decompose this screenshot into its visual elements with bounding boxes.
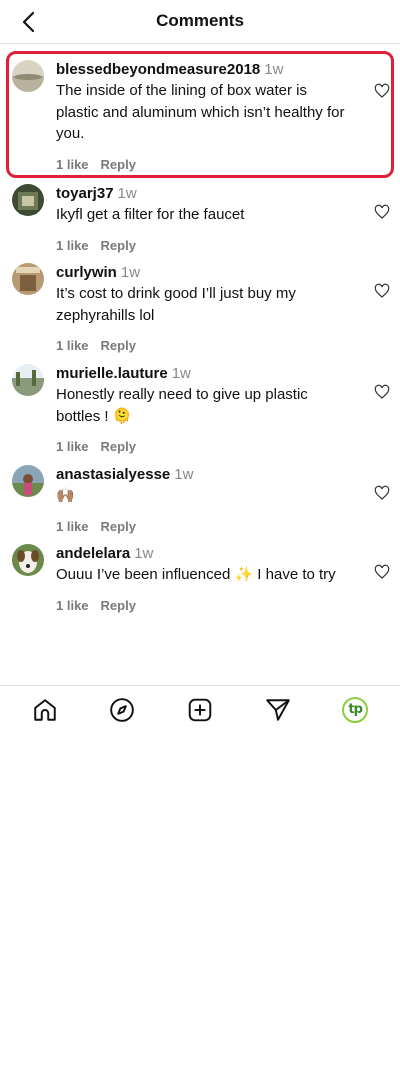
comment-text: Honestly really need to give up plastic … — [56, 386, 308, 425]
avatar[interactable] — [12, 364, 44, 396]
comment-username[interactable]: curlywin — [56, 264, 117, 281]
heart-icon[interactable] — [374, 283, 390, 299]
reply-button[interactable]: Reply — [101, 439, 136, 454]
comment-likes[interactable]: 1 like — [56, 439, 89, 454]
reply-button[interactable]: Reply — [101, 519, 136, 534]
home-icon — [34, 698, 56, 721]
comment-username[interactable]: murielle.lauture — [56, 365, 168, 382]
heart-icon[interactable] — [374, 564, 390, 580]
comment-body: curlywin 1w It’s cost to drink good I’ll … — [56, 263, 356, 354]
heart-icon[interactable] — [374, 204, 390, 220]
avatar[interactable] — [12, 184, 44, 216]
comment-body: andelelara 1w Ouuu I’ve been influenced ✨… — [56, 544, 356, 614]
comments-header: Comments — [0, 0, 400, 44]
comment-text: Ikyfl get a filter for the faucet — [56, 206, 245, 223]
page-title: Comments — [156, 11, 244, 30]
highlight-box — [6, 51, 394, 178]
avatar[interactable] — [12, 465, 44, 497]
nav-explore[interactable] — [102, 690, 142, 730]
comment-body: murielle.lauture 1w Honestly really need … — [56, 364, 356, 455]
comment-time: 1w — [171, 365, 191, 382]
comment-likes[interactable]: 1 like — [56, 238, 89, 253]
add-post-icon — [188, 698, 212, 721]
comment-time: 1w — [117, 185, 137, 202]
send-icon — [265, 698, 290, 721]
comment-username[interactable]: toyarj37 — [56, 185, 114, 202]
nav-direct[interactable] — [258, 690, 298, 730]
nav-create[interactable] — [180, 690, 220, 730]
heart-icon[interactable] — [374, 384, 390, 400]
comment-body: anastasialyesse 1w 🙌🏽 1 like Reply — [56, 465, 356, 535]
comment-likes[interactable]: 1 like — [56, 598, 89, 613]
reply-button[interactable]: Reply — [101, 338, 136, 353]
comment-text: Ouuu I’ve been influenced ✨ I have to tr… — [56, 566, 336, 583]
bottom-nav: tp — [0, 685, 400, 733]
reply-button[interactable]: Reply — [101, 598, 136, 613]
comment-time: 1w — [134, 545, 154, 562]
compass-icon — [110, 697, 135, 722]
comment-time: 1w — [120, 264, 141, 281]
comment-username[interactable]: andelelara — [56, 545, 130, 562]
comment-text: It’s cost to drink good I’ll just buy my… — [56, 285, 296, 324]
comment-body: toyarj37 1w Ikyfl get a filter for the fa… — [56, 184, 356, 254]
comment-likes[interactable]: 1 like — [56, 338, 89, 353]
avatar[interactable] — [12, 263, 44, 295]
avatar[interactable] — [12, 544, 44, 576]
profile-avatar: tp — [342, 696, 369, 723]
nav-home[interactable] — [25, 690, 65, 730]
comment-time: 1w — [174, 466, 194, 483]
comment-likes[interactable]: 1 like — [56, 519, 89, 534]
reply-button[interactable]: Reply — [101, 238, 136, 253]
comment-text: 🙌🏽 — [56, 487, 75, 504]
heart-icon[interactable] — [374, 485, 390, 501]
comment-username[interactable]: anastasialyesse — [56, 466, 170, 483]
nav-profile[interactable]: tp — [335, 690, 375, 730]
